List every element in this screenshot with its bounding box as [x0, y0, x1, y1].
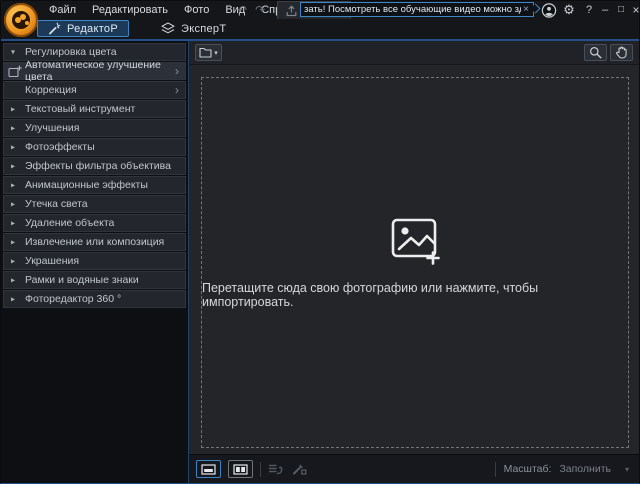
caret-down-icon: ▾ [625, 465, 629, 474]
folder-icon [199, 47, 212, 58]
open-photo-button[interactable]: ▾ [195, 44, 222, 61]
tutorial-tooltip: зать! Посмотреть все обучающие видео мож… [300, 2, 534, 17]
zoom-select[interactable]: Заполнить ▾ [559, 463, 629, 475]
section-object-removal[interactable]: ▸ Удаление объекта [3, 214, 186, 232]
section-label: Удаление объекта [25, 217, 114, 229]
triangle-right-icon: ▸ [11, 294, 15, 303]
magic-wand-icon [48, 22, 61, 35]
section-decorations[interactable]: ▸ Украшения [3, 252, 186, 270]
section-frames-watermarks[interactable]: ▸ Рамки и водяные знаки [3, 271, 186, 289]
divider [495, 462, 496, 477]
auto-enhance-icon [8, 65, 22, 78]
section-label: Фоторедактор 360 ° [25, 293, 121, 305]
claw-icon [12, 11, 30, 29]
single-view-icon [201, 464, 216, 475]
account-icon[interactable] [541, 3, 557, 18]
main-area: ▾ Регулировка цвета Автоматическое улучш… [1, 41, 639, 483]
tab-expert[interactable]: ЭксперТ [151, 20, 236, 37]
triangle-right-icon: ▸ [11, 199, 15, 208]
tooltip-text: зать! Посмотреть все обучающие видео мож… [301, 4, 521, 15]
titlebar: Файл Редактировать Фото Вид Справка ↶ ↷ … [1, 1, 639, 39]
section-label: Фотоэффекты [25, 141, 95, 153]
add-photo-icon [387, 217, 443, 267]
menu-file[interactable]: Файл [41, 1, 84, 19]
section-photo-editor-360[interactable]: ▸ Фоторедактор 360 ° [3, 290, 186, 308]
layers-icon [161, 22, 175, 35]
zoom-value: Заполнить [559, 463, 611, 475]
single-view-button[interactable] [196, 460, 221, 478]
pan-tool-button[interactable] [610, 44, 633, 61]
section-lens-filter-effects[interactable]: ▸ Эффекты фильтра объектива [3, 157, 186, 175]
menu-photo[interactable]: Фото [176, 1, 217, 19]
section-improvements[interactable]: ▸ Улучшения [3, 119, 186, 137]
chevron-right-icon: › [175, 65, 185, 77]
section-label: Текстовый инструмент [25, 103, 135, 115]
item-correction[interactable]: Коррекция › [3, 81, 186, 99]
item-label: Автоматическое улучшение цвета [25, 59, 175, 83]
canvas-toolbar: ▾ [189, 41, 639, 65]
help-icon[interactable]: ? [581, 1, 597, 19]
hand-icon [615, 46, 628, 59]
section-label: Украшения [25, 255, 79, 267]
section-photo-effects[interactable]: ▸ Фотоэффекты [3, 138, 186, 156]
triangle-right-icon: ▸ [11, 161, 15, 170]
canvas-body: Перетащите сюда свою фотографию или нажм… [189, 65, 639, 454]
edit-pen-icon [292, 463, 307, 475]
triangle-right-icon: ▸ [11, 180, 15, 189]
section-animation-effects[interactable]: ▸ Анимационные эффекты [3, 176, 186, 194]
photopad-window: Файл Редактировать Фото Вид Справка ↶ ↷ … [0, 0, 640, 484]
undo-icon[interactable]: ↶ [237, 1, 247, 19]
split-view-icon [233, 464, 248, 475]
tab-expert-label: ЭксперТ [181, 23, 226, 35]
section-label: Улучшения [25, 122, 79, 134]
drop-instruction-text: Перетащите сюда свою фотографию или нажм… [202, 281, 628, 309]
apply-effects-icon [268, 463, 285, 476]
section-label: Эффекты фильтра объектива [25, 160, 171, 172]
section-extract-composite[interactable]: ▸ Извлечение или композиция [3, 233, 186, 251]
triangle-right-icon: ▸ [11, 256, 15, 265]
section-label: Регулировка цвета [25, 46, 117, 58]
section-label: Анимационные эффекты [25, 179, 148, 191]
close-button[interactable]: × [628, 1, 640, 19]
statusbar: Масштаб: Заполнить ▾ [189, 454, 639, 483]
minimize-button[interactable]: – [597, 1, 613, 19]
section-label: Утечка света [25, 198, 88, 210]
canvas-panel: ▾ [188, 41, 639, 483]
divider [260, 462, 261, 477]
section-light-leak[interactable]: ▸ Утечка света [3, 195, 186, 213]
photo-drop-zone[interactable]: Перетащите сюда свою фотографию или нажм… [201, 77, 629, 448]
tab-editor[interactable]: РедактоР [37, 20, 129, 37]
redo-icon[interactable]: ↷ [255, 1, 265, 19]
zoom-tool-button[interactable] [584, 44, 607, 61]
tab-editor-label: РедактоР [67, 23, 118, 35]
effects-sidebar: ▾ Регулировка цвета Автоматическое улучш… [1, 41, 188, 483]
triangle-right-icon: ▸ [11, 142, 15, 151]
triangle-right-icon: ▸ [11, 218, 15, 227]
triangle-right-icon: ▸ [11, 237, 15, 246]
magnifier-icon [589, 46, 602, 59]
item-label: Коррекция [25, 84, 77, 96]
triangle-down-icon: ▾ [11, 47, 15, 56]
split-view-button[interactable] [228, 460, 253, 478]
menu-edit[interactable]: Редактировать [84, 1, 176, 19]
history-buttons: ↶ ↷ [237, 1, 265, 19]
section-label: Рамки и водяные знаки [25, 274, 139, 286]
caret-down-icon: ▾ [214, 49, 218, 57]
settings-gear-icon[interactable]: ⚙ [561, 1, 577, 19]
chevron-right-icon: › [175, 84, 185, 96]
app-logo-icon [4, 3, 38, 37]
maximize-button[interactable]: □ [613, 1, 629, 19]
triangle-right-icon: ▸ [11, 123, 15, 132]
section-label: Извлечение или композиция [25, 236, 164, 248]
zoom-label: Масштаб: [504, 463, 552, 475]
item-auto-color-enhance[interactable]: Автоматическое улучшение цвета › [3, 62, 186, 80]
upload-icon [286, 5, 297, 17]
section-text-tool[interactable]: ▸ Текстовый инструмент [3, 100, 186, 118]
triangle-right-icon: ▸ [11, 275, 15, 284]
menubar: Файл Редактировать Фото Вид Справка [41, 1, 312, 19]
triangle-right-icon: ▸ [11, 104, 15, 113]
